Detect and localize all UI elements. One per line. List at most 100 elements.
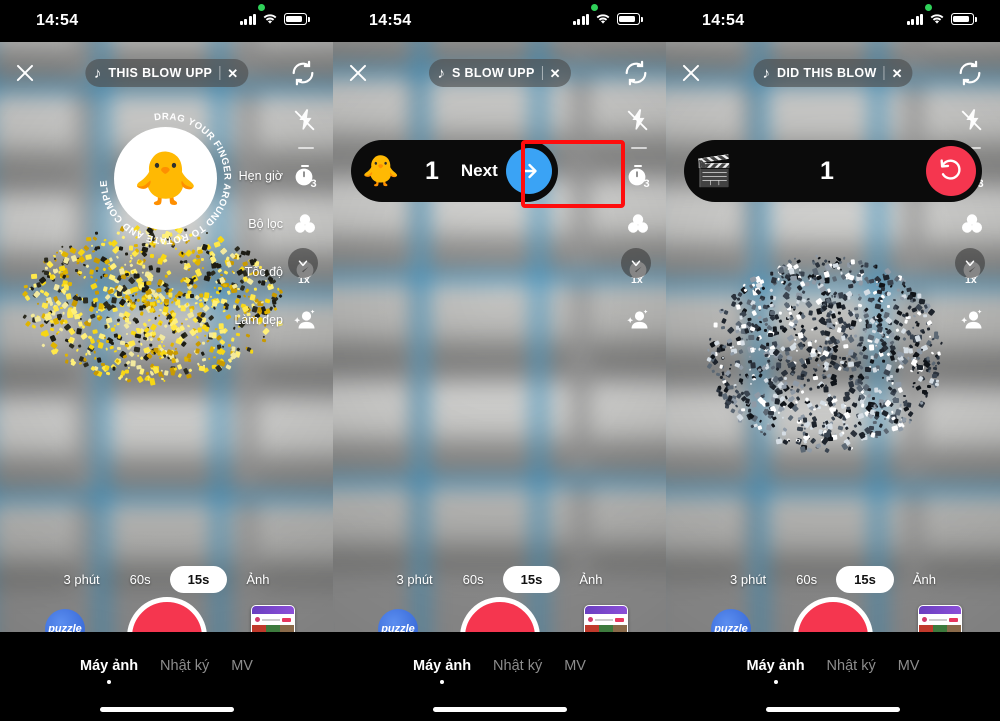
wifi-icon [263,14,277,24]
flip-camera-icon[interactable] [289,59,317,87]
retake-rotate-icon [926,146,976,196]
timer-3s-icon: 3 [625,163,651,190]
flash-off-icon [292,107,318,133]
close-icon[interactable] [678,60,704,86]
music-pill[interactable]: ♪ S BLOW UPP ✕ [428,59,571,87]
clip-count: 1 [425,156,439,185]
status-indicators [572,13,643,25]
duration-option[interactable]: Ảnh [235,567,280,592]
filters-tool[interactable] [870,200,1000,248]
beautify-icon [959,307,985,333]
chevron-down-icon[interactable] [288,248,318,278]
arrow-right-icon [505,148,552,194]
retake-button[interactable] [918,146,982,196]
green-recording-dot [925,4,932,11]
tab-diary[interactable]: Nhật ký [160,658,209,674]
timer-3s-icon: 3 [292,163,318,190]
duration-selector-3: 3 phút 60s 15s Ảnh [666,566,1000,593]
rail-label: Làm đẹp [234,312,283,327]
flash-toggle[interactable] [536,96,666,144]
filters-icon [625,211,651,237]
music-pill[interactable]: ♪ DID THIS BLOW ✕ [753,59,913,87]
tab-camera[interactable]: Máy ảnh [80,658,138,674]
flip-camera-icon[interactable] [956,59,984,87]
mode-tabs: Máy ảnh Nhật ký MV [666,658,1000,674]
clip-thumbnail[interactable]: 🎬 [692,149,736,193]
home-indicator[interactable] [766,707,900,712]
tab-mv[interactable]: MV [231,658,253,674]
close-icon[interactable] [345,60,371,86]
wifi-icon [930,14,944,24]
duration-option[interactable]: 60s [452,567,495,592]
svg-text:3: 3 [311,178,317,189]
duration-selector-1: 3 phút 60s 15s Ảnh [0,566,333,593]
clip-counter-bar: 🎬 1 [684,140,982,202]
battery-icon [617,13,643,25]
duration-option-active[interactable]: 15s [836,566,894,593]
green-recording-dot [258,4,265,11]
flash-toggle[interactable] [203,96,333,144]
phone-panel-2: 14:54 ♪ S BLOW UPP ✕ 🐥 1 Next 3 1x 3 phú… [333,0,666,721]
beautify-tool[interactable] [536,296,666,344]
music-close-icon[interactable]: ✕ [550,67,561,80]
music-title: DID THIS BLOW [776,66,877,80]
cellular-bars-icon [906,13,923,25]
clip-thumbnail[interactable]: 🐥 [359,149,403,193]
rail-label: Tốc độ [244,264,283,279]
status-bar: 14:54 [666,0,1000,42]
tab-diary[interactable]: Nhật ký [493,658,542,674]
home-indicator[interactable] [432,707,567,712]
divider [883,66,885,80]
top-bar-2: ♪ S BLOW UPP ✕ [333,42,666,102]
flip-camera-icon[interactable] [622,59,650,87]
home-indicator[interactable] [99,707,234,712]
wifi-icon [596,14,610,24]
rail-label: Hẹn giờ [238,168,283,183]
tab-camera[interactable]: Máy ảnh [413,658,471,674]
divider [541,66,543,80]
duration-option[interactable]: Ảnh [568,567,613,592]
phone-panel-3: 14:54 ♪ DID THIS BLOW ✕ 🎬 1 3 1x 3 phút … [666,0,1000,721]
next-button[interactable]: Next [461,148,558,194]
music-close-icon[interactable]: ✕ [227,67,238,80]
duration-option[interactable]: 60s [785,567,828,592]
music-note-icon: ♪ [762,64,770,82]
chevron-down-icon[interactable] [955,248,985,278]
filters-icon [959,211,985,237]
timer-tool[interactable]: Hẹn giờ 3 [203,152,333,200]
bottom-nav-3: Máy ảnh Nhật ký MV [666,632,1000,721]
duration-option[interactable]: Ảnh [902,567,947,592]
tab-mv[interactable]: MV [564,658,586,674]
status-indicators [906,13,977,25]
clip-count: 1 [820,156,834,185]
tab-mv[interactable]: MV [898,658,920,674]
filters-icon [292,211,318,237]
screenshot-triptych: 14:54 ♪ THIS BLOW UPP ✕ DRAG YOUR FINGER… [0,0,1000,721]
close-icon[interactable] [12,60,38,86]
next-button-label: Next [460,161,498,180]
duration-option[interactable]: 60s [119,567,162,592]
duration-option[interactable]: 3 phút [386,567,444,592]
flash-toggle[interactable] [870,96,1000,144]
music-pill[interactable]: ♪ THIS BLOW UPP ✕ [84,59,249,87]
filters-tool[interactable]: Bộ lọc [203,200,333,248]
divider [219,66,221,80]
battery-icon [951,13,977,25]
chevron-down-icon[interactable] [621,248,651,278]
battery-icon [284,13,310,25]
filters-tool[interactable] [536,200,666,248]
top-bar-3: ♪ DID THIS BLOW ✕ [666,42,1000,102]
beautify-tool[interactable] [870,296,1000,344]
duration-option[interactable]: 3 phút [719,567,777,592]
beautify-tool[interactable]: Làm đẹp [203,296,333,344]
flash-off-icon [959,107,985,133]
music-title: THIS BLOW UPP [108,66,213,80]
music-close-icon[interactable]: ✕ [892,67,903,80]
tab-camera[interactable]: Máy ảnh [747,658,805,674]
bottom-nav-1: Máy ảnh Nhật ký MV [0,632,333,721]
duration-option-active[interactable]: 15s [169,566,228,593]
duration-option-active[interactable]: 15s [502,566,561,593]
duration-selector-2: 3 phút 60s 15s Ảnh [333,566,666,593]
tab-diary[interactable]: Nhật ký [827,658,876,674]
duration-option[interactable]: 3 phút [53,567,111,592]
